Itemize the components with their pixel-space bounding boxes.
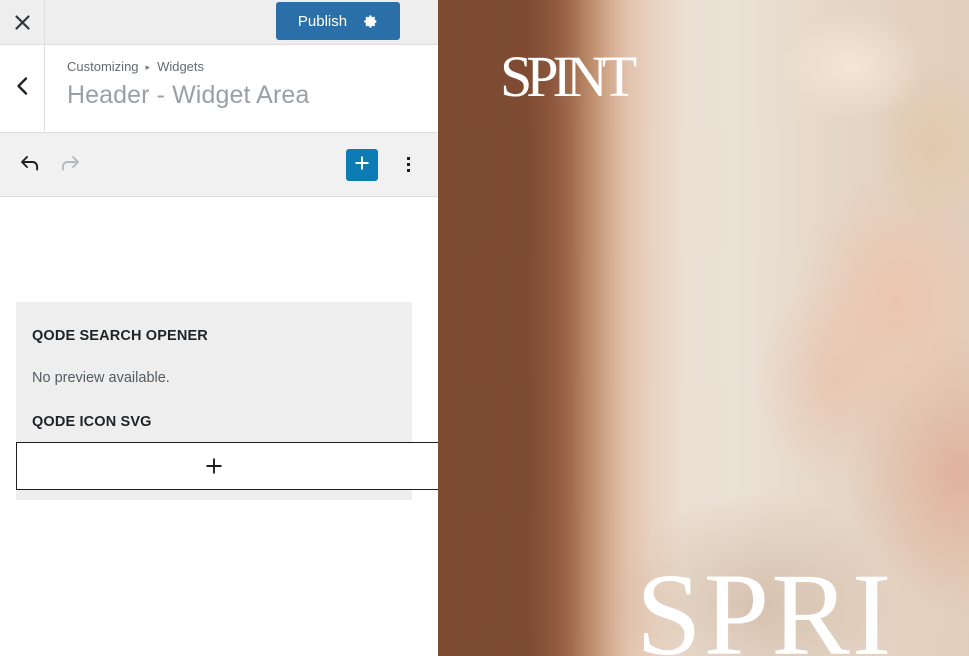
redo-icon (58, 151, 82, 178)
more-options-button[interactable] (392, 147, 424, 183)
plus-icon (203, 455, 225, 477)
redo-button[interactable] (50, 145, 90, 185)
section-header-text: Customizing ▸ Widgets Header - Widget Ar… (45, 45, 438, 132)
widget-editor-toolbar (0, 133, 438, 197)
widget-block[interactable]: QODE SEARCH OPENER No preview available. (16, 302, 412, 388)
publish-button[interactable]: Publish (276, 2, 400, 40)
back-button[interactable] (0, 45, 45, 132)
chevron-left-icon (15, 76, 29, 101)
widget-preview-text: No preview available. (32, 370, 170, 386)
customizer-screen: Publish Customizing ▸ Widgets Header - W… (0, 0, 969, 656)
hero-heading: SPRI (636, 549, 894, 656)
widget-title: QODE ICON SVG (32, 414, 152, 430)
block-appender-button[interactable] (16, 442, 476, 490)
publish-button-label: Publish (297, 12, 348, 30)
plus-icon (353, 154, 371, 175)
site-logo[interactable]: SPINT (500, 48, 637, 106)
undo-button[interactable] (10, 145, 50, 185)
add-block-button[interactable] (346, 148, 378, 181)
breadcrumb-separator-icon: ▸ (145, 61, 151, 72)
close-icon (14, 14, 31, 31)
widget-blocks-area: QODE SEARCH OPENER No preview available.… (0, 197, 476, 656)
widget-title: QODE SEARCH OPENER (32, 328, 208, 344)
customizer-topbar: Publish (0, 0, 438, 45)
breadcrumb-current: Widgets (157, 59, 205, 74)
page-title: Header - Widget Area (67, 80, 310, 109)
ellipsis-vertical-icon (406, 157, 410, 172)
breadcrumb: Customizing ▸ Widgets (67, 59, 438, 76)
close-customizer-button[interactable] (0, 0, 45, 44)
section-header: Customizing ▸ Widgets Header - Widget Ar… (0, 45, 438, 133)
undo-icon (18, 151, 42, 178)
breadcrumb-parent: Customizing (67, 59, 139, 74)
gear-icon[interactable] (361, 13, 378, 30)
site-preview-frame[interactable]: SPINT SPRI (438, 0, 969, 656)
customizer-panel: Publish Customizing ▸ Widgets Header - W… (0, 0, 476, 656)
